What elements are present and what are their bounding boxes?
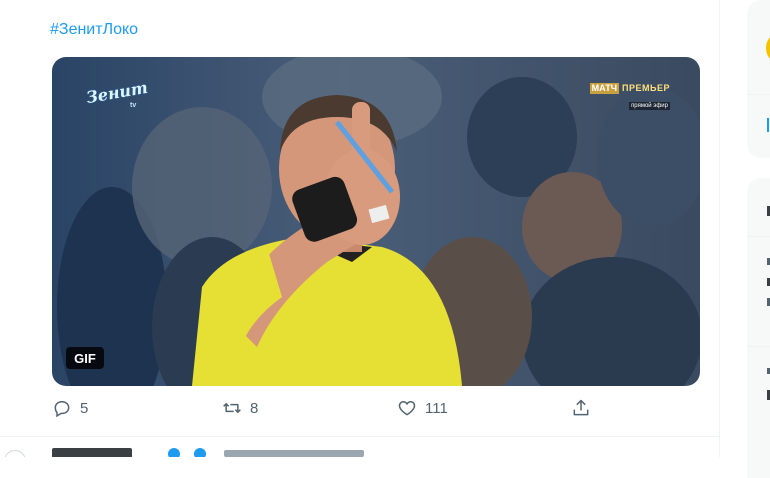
reply-button[interactable]: 5	[52, 398, 88, 418]
like-button[interactable]: 111	[397, 398, 448, 418]
zenit-tv-logo-sub: tv	[130, 102, 137, 109]
verified-icon	[168, 448, 180, 457]
gif-badge: GIF	[66, 347, 104, 369]
broadcast-live-label: прямой эфир	[629, 102, 670, 110]
share-button[interactable]	[571, 398, 591, 418]
reply-count: 5	[80, 399, 89, 417]
like-count: 111	[425, 399, 448, 417]
tweet-divider	[0, 436, 720, 437]
retweet-button[interactable]: 8	[222, 398, 258, 418]
sidebar-trends-card	[747, 178, 770, 478]
broadcast-name: ПРЕМЬЕР	[622, 83, 670, 93]
verified-org-icon	[194, 448, 206, 457]
hashtag-link[interactable]: #ЗенитЛоко	[50, 21, 138, 39]
sidebar-divider	[747, 236, 770, 237]
next-tweet-preview	[0, 444, 720, 457]
retweet-icon	[223, 403, 241, 413]
share-icon	[573, 399, 589, 416]
next-tweet-author[interactable]	[52, 448, 132, 457]
sidebar-divider	[747, 346, 770, 347]
next-tweet-handle	[224, 450, 364, 457]
sidebar-avatar[interactable]	[766, 34, 770, 62]
gif-media[interactable]: Зенит tv МАТЧ ПРЕМЬЕР прямой эфир GIF	[52, 57, 700, 386]
tweet-actions: 5 8 111	[0, 398, 720, 426]
broadcast-watermark: МАТЧ ПРЕМЬЕР прямой эфир	[589, 83, 670, 112]
avatar[interactable]	[4, 450, 26, 457]
retweet-count: 8	[250, 399, 259, 417]
reply-icon	[54, 401, 70, 418]
timeline: #ЗенитЛоко Зенит tv МАТЧ ПРЕМЬЕР прямой …	[0, 0, 720, 457]
sidebar-card	[747, 0, 770, 158]
sidebar-divider	[747, 94, 770, 95]
like-icon	[398, 400, 416, 416]
broadcast-box: МАТЧ	[589, 83, 620, 94]
sidebar-link[interactable]	[767, 118, 769, 132]
